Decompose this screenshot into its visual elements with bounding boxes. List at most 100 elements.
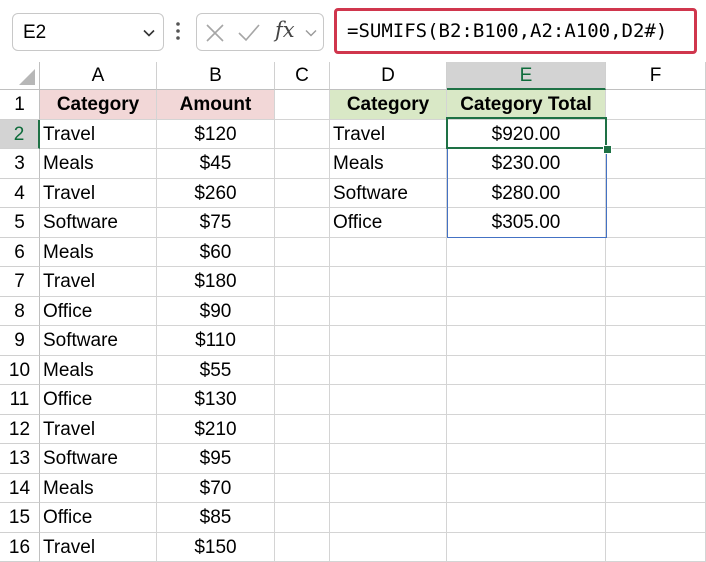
cell-b4[interactable]: $260: [157, 178, 275, 208]
header-amount[interactable]: Amount: [157, 90, 275, 120]
more-options-icon[interactable]: [174, 20, 182, 42]
cell-e14[interactable]: [447, 473, 606, 503]
header-category[interactable]: Category: [40, 90, 157, 120]
cell-a14[interactable]: Meals: [40, 473, 157, 503]
cell-a2[interactable]: Travel: [40, 119, 157, 149]
row-header-12[interactable]: 12: [0, 414, 40, 444]
cell-c2[interactable]: [275, 119, 330, 149]
check-icon[interactable]: [237, 23, 261, 43]
cell-a13[interactable]: Software: [40, 444, 157, 474]
cell-b12[interactable]: $210: [157, 414, 275, 444]
cell-e2[interactable]: $920.00: [447, 119, 606, 149]
cell-d13[interactable]: [330, 444, 447, 474]
cell-f13[interactable]: [606, 444, 706, 474]
cell-c11[interactable]: [275, 385, 330, 415]
cell-b15[interactable]: $85: [157, 503, 275, 533]
row-header-2[interactable]: 2: [0, 119, 40, 149]
cell-d5[interactable]: Office: [330, 208, 447, 238]
cell-c13[interactable]: [275, 444, 330, 474]
cell-f6[interactable]: [606, 237, 706, 267]
cell-d11[interactable]: [330, 385, 447, 415]
column-header-c[interactable]: C: [275, 62, 330, 90]
cell-a7[interactable]: Travel: [40, 267, 157, 297]
cell-c6[interactable]: [275, 237, 330, 267]
cell-e12[interactable]: [447, 414, 606, 444]
cell-e3[interactable]: $230.00: [447, 149, 606, 179]
cell-d8[interactable]: [330, 296, 447, 326]
cell-d7[interactable]: [330, 267, 447, 297]
select-all-button[interactable]: [0, 62, 40, 90]
cell-e10[interactable]: [447, 355, 606, 385]
cell-b13[interactable]: $95: [157, 444, 275, 474]
cell-b9[interactable]: $110: [157, 326, 275, 356]
row-header-10[interactable]: 10: [0, 355, 40, 385]
cell-e4[interactable]: $280.00: [447, 178, 606, 208]
cell-c3[interactable]: [275, 149, 330, 179]
cell-b8[interactable]: $90: [157, 296, 275, 326]
cell-b11[interactable]: $130: [157, 385, 275, 415]
cell-c5[interactable]: [275, 208, 330, 238]
row-header-7[interactable]: 7: [0, 267, 40, 297]
column-header-e[interactable]: E: [447, 62, 606, 90]
row-header-1[interactable]: 1: [0, 90, 40, 120]
cell-f16[interactable]: [606, 532, 706, 562]
cell-e11[interactable]: [447, 385, 606, 415]
chevron-down-icon[interactable]: [141, 25, 157, 41]
cell-d2[interactable]: Travel: [330, 119, 447, 149]
formula-input[interactable]: =SUMIFS(B2:B100,A2:A100,D2#): [334, 8, 697, 54]
cell-c12[interactable]: [275, 414, 330, 444]
cell-a3[interactable]: Meals: [40, 149, 157, 179]
cell-a6[interactable]: Meals: [40, 237, 157, 267]
name-box[interactable]: E2: [12, 13, 164, 51]
cell-e6[interactable]: [447, 237, 606, 267]
cell-d10[interactable]: [330, 355, 447, 385]
cell-a4[interactable]: Travel: [40, 178, 157, 208]
cell-c8[interactable]: [275, 296, 330, 326]
cell-f1[interactable]: [606, 90, 706, 120]
cell-e5[interactable]: $305.00: [447, 208, 606, 238]
cell-c1[interactable]: [275, 90, 330, 120]
cell-a8[interactable]: Office: [40, 296, 157, 326]
row-header-4[interactable]: 4: [0, 178, 40, 208]
cell-e13[interactable]: [447, 444, 606, 474]
cell-d14[interactable]: [330, 473, 447, 503]
cell-b7[interactable]: $180: [157, 267, 275, 297]
cell-f8[interactable]: [606, 296, 706, 326]
cell-f12[interactable]: [606, 414, 706, 444]
column-header-d[interactable]: D: [330, 62, 447, 90]
cell-f7[interactable]: [606, 267, 706, 297]
cell-a11[interactable]: Office: [40, 385, 157, 415]
cell-b2[interactable]: $120: [157, 119, 275, 149]
cell-e16[interactable]: [447, 532, 606, 562]
cell-c4[interactable]: [275, 178, 330, 208]
cell-a5[interactable]: Software: [40, 208, 157, 238]
cell-c16[interactable]: [275, 532, 330, 562]
insert-function-icon[interactable]: fx: [275, 18, 295, 42]
cell-f15[interactable]: [606, 503, 706, 533]
cancel-icon[interactable]: [205, 23, 225, 43]
cell-b6[interactable]: $60: [157, 237, 275, 267]
row-header-6[interactable]: 6: [0, 237, 40, 267]
cell-a12[interactable]: Travel: [40, 414, 157, 444]
cell-f3[interactable]: [606, 149, 706, 179]
cell-c9[interactable]: [275, 326, 330, 356]
cell-b10[interactable]: $55: [157, 355, 275, 385]
cell-d16[interactable]: [330, 532, 447, 562]
header-summary-category[interactable]: Category: [330, 90, 447, 120]
cell-d6[interactable]: [330, 237, 447, 267]
cell-c10[interactable]: [275, 355, 330, 385]
row-header-11[interactable]: 11: [0, 385, 40, 415]
row-header-14[interactable]: 14: [0, 473, 40, 503]
cell-d9[interactable]: [330, 326, 447, 356]
cell-e9[interactable]: [447, 326, 606, 356]
cell-e7[interactable]: [447, 267, 606, 297]
column-header-f[interactable]: F: [606, 62, 706, 90]
row-header-3[interactable]: 3: [0, 149, 40, 179]
column-header-b[interactable]: B: [157, 62, 275, 90]
cell-f2[interactable]: [606, 119, 706, 149]
row-header-15[interactable]: 15: [0, 503, 40, 533]
cell-d15[interactable]: [330, 503, 447, 533]
cell-a16[interactable]: Travel: [40, 532, 157, 562]
cell-f14[interactable]: [606, 473, 706, 503]
chevron-down-icon[interactable]: [303, 25, 319, 41]
